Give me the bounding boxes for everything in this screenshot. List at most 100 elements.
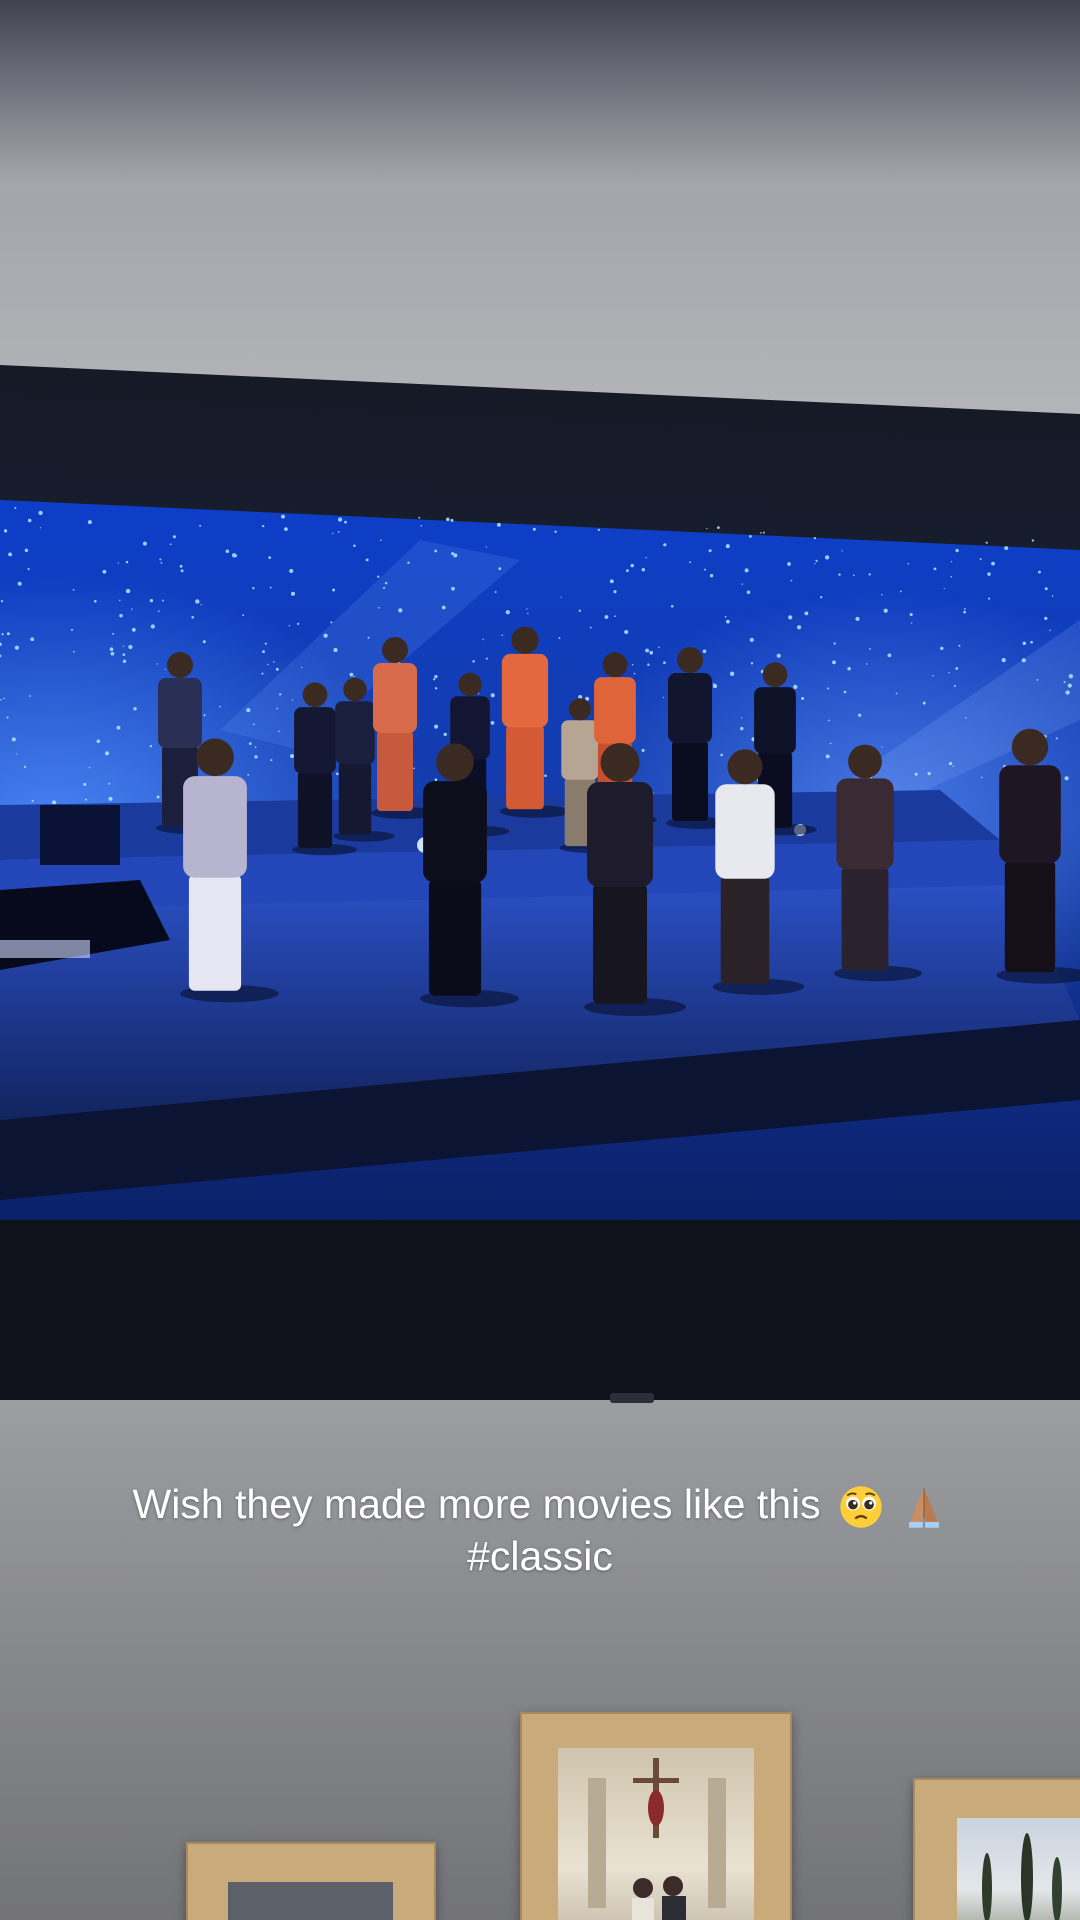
backdrop-star [776,653,781,658]
tv-screen [0,500,1080,1220]
backdrop-star [482,638,484,641]
backdrop-star [379,539,382,542]
backdrop-star [505,610,510,615]
backdrop-star [195,599,200,604]
backdrop-star [532,527,536,531]
backdrop-star [720,753,723,757]
backdrop-star [496,522,501,527]
backdrop-star [254,746,257,749]
backdrop-star [252,587,255,590]
backdrop-star [824,555,830,560]
tv-lower-panel [0,1220,1080,1400]
backdrop-star [662,696,665,699]
backdrop-star [740,717,743,719]
backdrop-star [83,782,87,786]
backdrop-star [613,590,617,594]
backdrop-star [932,674,934,677]
backdrop-star [833,642,836,645]
backdrop-star [708,549,712,553]
backdrop-star [0,698,2,701]
backdrop-star [23,765,27,768]
backdrop-star [413,767,415,770]
backdrop-star [247,774,250,776]
backdrop-star [333,648,338,653]
backdrop-star [365,558,369,562]
backdrop-star [940,646,944,651]
backdrop-star [149,598,154,603]
backdrop-star [855,616,860,621]
backdrop-star [0,600,4,603]
backdrop-star [29,695,31,697]
backdrop-star [262,650,265,654]
backdrop-star [269,586,272,589]
backdrop-star [950,575,953,578]
caption-line-2: #classic [467,1533,613,1580]
backdrop-star [709,574,714,578]
backdrop-star [109,647,114,652]
backdrop-star [398,608,403,613]
backdrop-star [39,527,42,529]
backdrop-star [477,692,480,695]
backdrop-star [814,562,816,565]
backdrop-star [869,648,871,650]
ceiling [0,0,1080,230]
backdrop-star [1021,658,1026,663]
backdrop-star [203,714,206,717]
backdrop-star [1030,640,1033,644]
backdrop-star [498,567,502,570]
backdrop-star [641,748,645,752]
backdrop-star [1049,629,1051,632]
backdrop-star [981,776,983,779]
backdrop-star [979,558,982,561]
backdrop-star [51,800,57,805]
backdrop-star [367,636,370,639]
backdrop-star [248,742,252,745]
backdrop-star [958,644,961,647]
backdrop-star [1044,616,1048,621]
folded-hands-emoji-icon [909,1488,940,1528]
backdrop-star [219,705,221,708]
backdrop-star [740,726,744,731]
backdrop-star [445,517,450,522]
backdrop-star [264,642,267,645]
backdrop-star [914,772,918,776]
backdrop-star [125,560,129,564]
frame-photo-landscape [957,1818,1080,1920]
backdrop-star [330,621,333,624]
backdrop-star [96,739,101,744]
backdrop-star [14,645,19,650]
backdrop-star [494,591,497,593]
backdrop-star [117,562,119,564]
backdrop-star [233,554,238,558]
backdrop-star [649,650,654,655]
backdrop-star [128,644,133,650]
backdrop-star [383,586,386,589]
backdrop-star [1044,587,1048,591]
backdrop-star [955,548,959,553]
backdrop-star [199,524,202,527]
backdrop-star [288,624,291,627]
backdrop-star [689,561,692,564]
backdrop-star [156,663,158,665]
backdrop-star [262,524,265,528]
backdrop-star [267,663,269,666]
backdrop-star [242,614,245,617]
backdrop-star [630,563,634,568]
backdrop-star [589,626,592,629]
backdrop-star [246,708,251,713]
backdrop-star [131,608,133,610]
backdrop-star [407,561,410,564]
backdrop-star [909,612,913,617]
backdrop-star [270,759,273,762]
backdrop-star [645,648,650,653]
pleading-face-emoji-icon [840,1486,882,1528]
backdrop-star [3,529,8,533]
backdrop-star [750,662,754,665]
backdrop-star [159,558,162,561]
backdrop-star [706,527,708,530]
backdrop-star [253,723,255,726]
backdrop-star [749,637,754,642]
backdrop-star [485,546,488,548]
backdrop-star [663,543,667,547]
photo-scene: Wish they made more movies like this #cl… [0,0,1080,1920]
